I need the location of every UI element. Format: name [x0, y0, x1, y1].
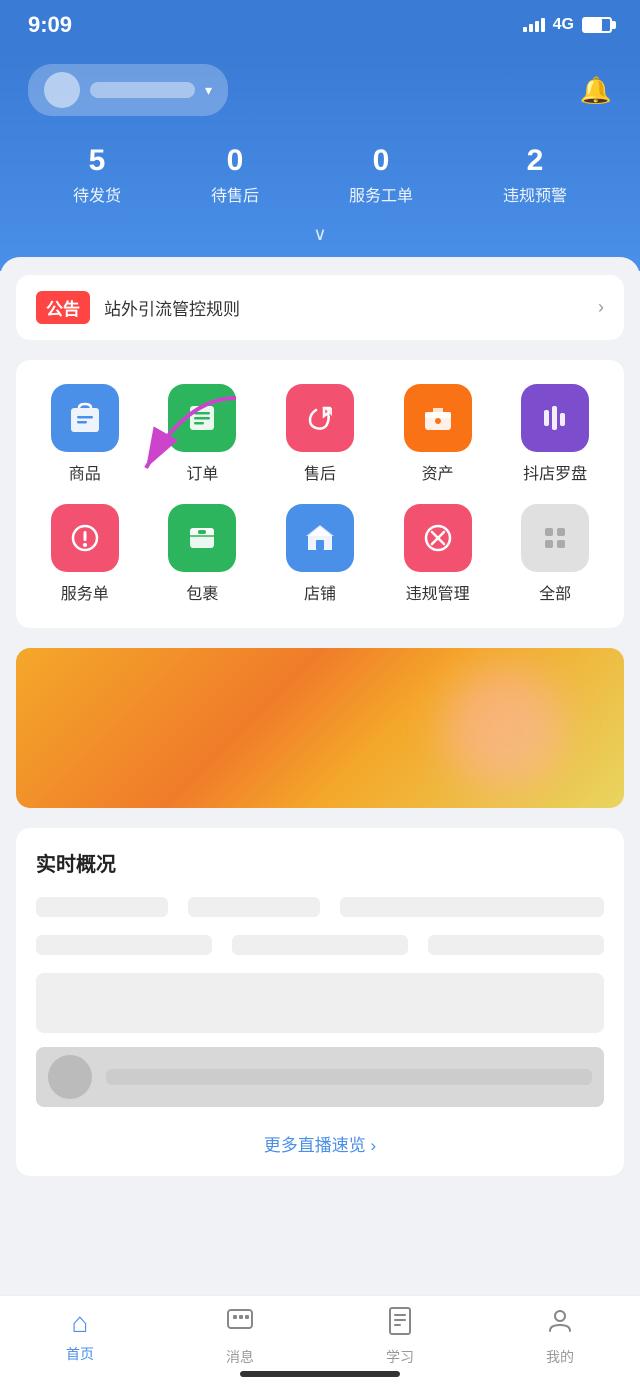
product-label: 商品 — [69, 460, 101, 484]
compass-icon — [521, 384, 589, 452]
nav-item-home[interactable]: ⌂ 首页 — [0, 1307, 160, 1374]
realtime-title: 实时概况 — [36, 848, 604, 877]
chevron-down-icon: ▾ — [205, 82, 212, 99]
order-label: 订单 — [186, 460, 218, 484]
nav-item-mine[interactable]: 我的 — [480, 1305, 640, 1377]
shop-name-blur — [90, 82, 195, 98]
stat-pending-ship[interactable]: 5 待发货 — [73, 144, 121, 206]
banner-blur — [444, 668, 564, 788]
icon-item-all[interactable]: 全部 — [505, 504, 605, 604]
stat-service-order[interactable]: 0 服务工单 — [349, 144, 413, 206]
asset-label: 资产 — [422, 460, 454, 484]
expand-chevron-icon[interactable]: ∨ — [28, 224, 612, 251]
violation-icon — [404, 504, 472, 572]
stats-blur-row-2 — [36, 935, 604, 955]
blur-block-5 — [232, 935, 408, 955]
aftersale-label: 售后 — [304, 460, 336, 484]
parcel-label: 包裹 — [186, 580, 218, 604]
blur-block-4 — [36, 935, 212, 955]
blur-block-3 — [340, 897, 604, 917]
stat-pending-after[interactable]: 0 待售后 — [211, 144, 259, 206]
service-label: 服务单 — [61, 580, 109, 604]
icon-row-2: 服务单 包裹 — [26, 504, 614, 604]
header-top: ▾ 🔔 — [28, 64, 612, 116]
announcement-bar[interactable]: 公告 站外引流管控规则 › — [16, 275, 624, 340]
message-nav-label: 消息 — [226, 1347, 254, 1367]
signal-icon — [523, 18, 545, 32]
violation-label: 违规管理 — [406, 580, 470, 604]
all-label: 全部 — [539, 580, 571, 604]
stats-blur-row-1 — [36, 897, 604, 917]
status-time: 9:09 — [28, 12, 72, 38]
icon-item-asset[interactable]: 资产 — [388, 384, 488, 484]
announcement-text: 站外引流管控规则 — [104, 295, 584, 320]
learn-nav-label: 学习 — [386, 1347, 414, 1367]
stats-row: 5 待发货 0 待售后 0 服务工单 2 违规预警 — [28, 144, 612, 206]
compass-label: 抖店罗盘 — [523, 460, 587, 484]
icon-item-aftersale[interactable]: 售后 — [270, 384, 370, 484]
aftersale-icon — [286, 384, 354, 452]
icon-item-product[interactable]: 商品 — [35, 384, 135, 484]
mine-nav-label: 我的 — [546, 1347, 574, 1367]
asset-icon — [404, 384, 472, 452]
status-icons: 4G — [523, 16, 612, 34]
icon-grid: 商品 订单 — [16, 360, 624, 628]
blur-block-6 — [428, 935, 604, 955]
nav-item-message[interactable]: 消息 — [160, 1305, 320, 1377]
shop-avatar — [44, 72, 80, 108]
icon-item-compass[interactable]: 抖店罗盘 — [505, 384, 605, 484]
more-link[interactable]: 更多直播速览 › — [36, 1121, 604, 1156]
mine-nav-icon — [545, 1305, 575, 1342]
product-icon — [51, 384, 119, 452]
banner[interactable] — [16, 648, 624, 808]
shop-label: 店铺 — [304, 580, 336, 604]
icon-row-1: 商品 订单 — [26, 384, 614, 484]
stat-violation-warning[interactable]: 2 违规预警 — [503, 144, 567, 206]
status-bar: 9:09 4G — [0, 0, 640, 50]
icon-item-parcel[interactable]: 包裹 — [152, 504, 252, 604]
icon-item-shop[interactable]: 店铺 — [270, 504, 370, 604]
nav-item-learn[interactable]: 学习 — [320, 1305, 480, 1377]
home-nav-icon: ⌂ — [72, 1307, 89, 1339]
blur-block-2 — [188, 897, 320, 917]
home-nav-label: 首页 — [66, 1344, 94, 1364]
all-icon — [521, 504, 589, 572]
order-icon — [168, 384, 236, 452]
blur-line-2 — [36, 1047, 604, 1107]
announcement-badge: 公告 — [36, 291, 90, 324]
main-content: 公告 站外引流管控规则 › 商品 — [0, 257, 640, 1324]
more-link-text: 更多直播速览 › — [264, 1136, 376, 1155]
blur-block-1 — [36, 897, 168, 917]
header: ▾ 🔔 5 待发货 0 待售后 0 服务工单 2 违规预警 ∨ — [0, 50, 640, 271]
blur-line-1 — [36, 973, 604, 1033]
network-label: 4G — [553, 16, 574, 34]
parcel-icon — [168, 504, 236, 572]
realtime-section: 实时概况 更多直播速览 › — [16, 828, 624, 1176]
announcement-arrow-icon: › — [598, 297, 604, 318]
service-icon — [51, 504, 119, 572]
shop-icon — [286, 504, 354, 572]
learn-nav-icon — [385, 1305, 415, 1342]
shop-selector[interactable]: ▾ — [28, 64, 228, 116]
icon-item-service[interactable]: 服务单 — [35, 504, 135, 604]
home-indicator — [240, 1371, 400, 1377]
message-nav-icon — [225, 1305, 255, 1342]
bell-icon[interactable]: 🔔 — [580, 75, 612, 106]
battery-icon — [582, 17, 612, 33]
icon-item-order[interactable]: 订单 — [152, 384, 252, 484]
icon-item-violation[interactable]: 违规管理 — [388, 504, 488, 604]
